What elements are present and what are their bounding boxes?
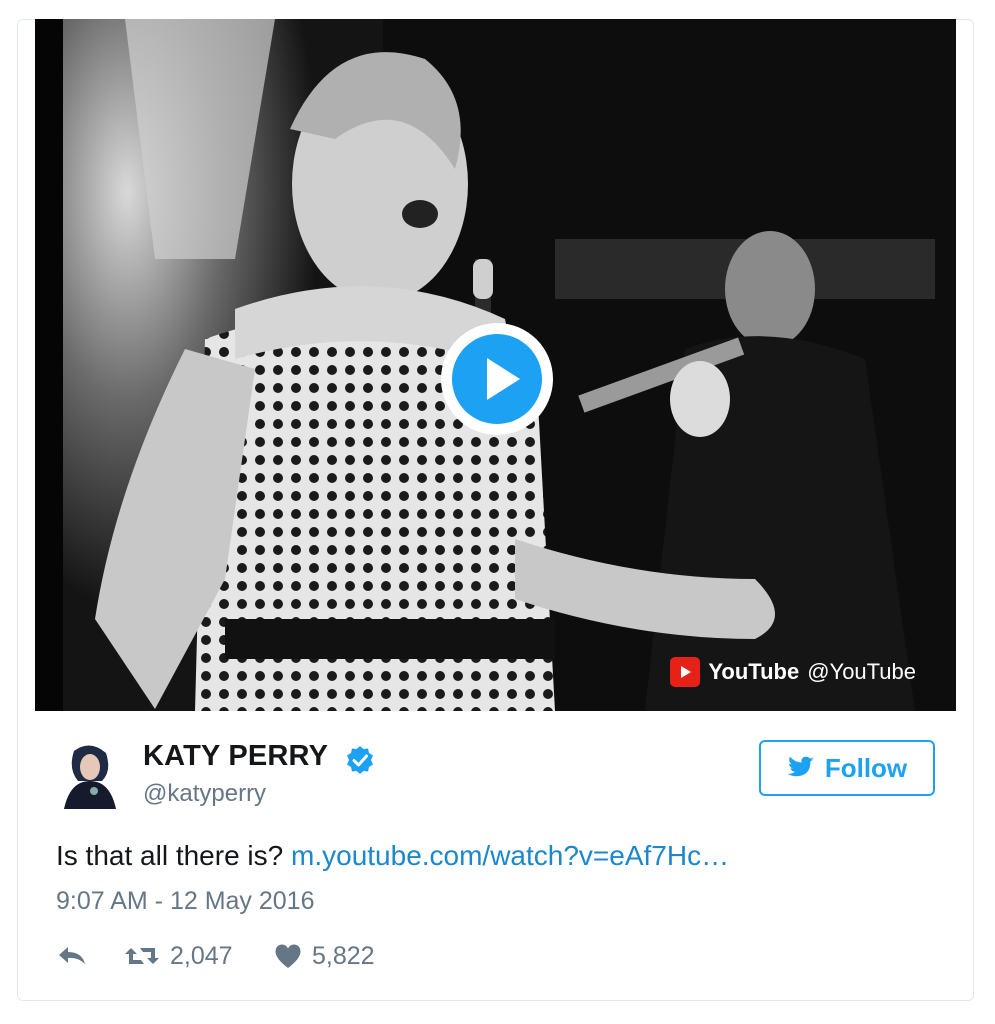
follow-button[interactable]: Follow [759,740,935,796]
retweet-icon [125,948,159,964]
reply-icon [59,947,85,964]
heart-icon [275,944,301,968]
tweet-link[interactable]: m.youtube.com/watch?v=eAf7Hc… [291,840,729,871]
follow-label: Follow [824,752,908,783]
youtube-attribution[interactable]: YouTube @YouTube [670,657,916,687]
play-button[interactable] [441,323,553,435]
tweet-body: Is that all there is? [56,840,284,871]
like-button[interactable]: 5,822 [274,938,375,974]
screen-name[interactable]: @katyperry [143,780,266,808]
play-icon [487,358,520,400]
retweet-button[interactable]: 2,047 [124,938,233,974]
tweet-text: Is that all there is? m.youtube.com/watc… [56,840,729,872]
tweet-timestamp[interactable]: 9:07 AM - 12 May 2016 [56,887,314,916]
video-thumbnail[interactable]: YouTube @YouTube [35,19,956,711]
avatar[interactable] [56,741,124,809]
display-name[interactable]: KATY PERRY [143,740,328,773]
reply-button[interactable] [56,938,88,974]
retweet-count: 2,047 [170,941,233,970]
youtube-logo-icon [670,657,701,687]
verified-badge-icon [347,746,373,774]
like-count: 5,822 [312,941,375,970]
youtube-brand-label: YouTube [708,659,800,684]
avatar-image [56,741,124,809]
youtube-handle: @YouTube [807,659,916,684]
twitter-bird-icon [787,756,814,777]
